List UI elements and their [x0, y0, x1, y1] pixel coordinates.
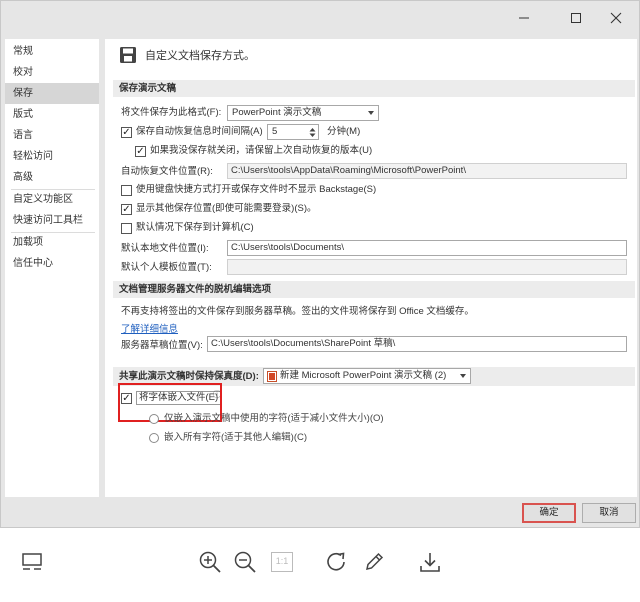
sidebar-item-proofing[interactable]: 校对 [5, 62, 99, 83]
chevron-down-icon [460, 374, 466, 378]
maximize-icon [571, 13, 581, 23]
minutes-label: 分钟(M) [327, 126, 361, 137]
sidebar-item-accessibility[interactable]: 轻松访问 [5, 146, 99, 167]
fidelity-document-select[interactable]: 新建 Microsoft PowerPoint 演示文稿 (2) [263, 368, 471, 384]
rotate-icon [327, 552, 345, 571]
download-icon [420, 553, 440, 572]
default-local-location-field[interactable]: C:\Users\tools\Documents\ [227, 240, 627, 256]
sidebar-item-quick-access[interactable]: 快速访问工具栏 [5, 210, 99, 231]
rotate-button[interactable] [323, 548, 351, 576]
autorecover-location-label: 自动恢复文件位置(R): [121, 166, 213, 177]
default-local-location-label: 默认本地文件位置(I): [121, 243, 209, 254]
embed-used-chars-label: 仅嵌入演示文稿中使用的字符(适于减小文件大小)(O) [164, 413, 384, 424]
embed-used-chars-radio[interactable] [149, 414, 159, 424]
default-template-location-label: 默认个人模板位置(T): [121, 262, 212, 273]
options-sidebar: 常规 校对 保存 版式 语言 轻松访问 高级 自定义功能区 快速访问工具栏 加载… [5, 39, 99, 497]
edit-icon [366, 552, 384, 570]
show-other-locations-checkbox[interactable]: ✓ [121, 204, 132, 215]
learn-more-link[interactable]: 了解详细信息 [121, 321, 178, 335]
layout-icon [22, 553, 42, 570]
close-button[interactable] [593, 3, 639, 33]
sidebar-item-customize-ribbon[interactable]: 自定义功能区 [5, 189, 99, 210]
spinner-arrows-icon[interactable] [309, 127, 316, 138]
chevron-down-icon [368, 111, 374, 115]
keep-last-version-label: 如果我没保存就关闭，请保留上次自动恢复的版本(U) [150, 145, 373, 156]
server-drafts-label: 服务器草稿位置(V): [121, 340, 203, 351]
sidebar-item-addins[interactable]: 加载项 [5, 232, 99, 253]
zoom-in-button[interactable] [196, 548, 224, 576]
embed-all-chars-radio[interactable] [149, 433, 159, 443]
save-options-panel: 自定义文档保存方式。 保存演示文稿 将文件保存为此格式(F): PowerPoi… [105, 39, 637, 497]
default-template-location-field[interactable] [227, 259, 627, 275]
actual-size-button[interactable]: 1:1 [268, 548, 296, 576]
autorecover-location-field[interactable]: C:\Users\tools\AppData\Roaming\Microsoft… [227, 163, 627, 179]
save-format-value: PowerPoint 演示文稿 [232, 107, 322, 118]
sidebar-item-general[interactable]: 常规 [5, 41, 99, 62]
cancel-button[interactable]: 取消 [582, 503, 636, 523]
sidebar-item-trust-center[interactable]: 信任中心 [5, 253, 99, 274]
sidebar-item-layout[interactable]: 版式 [5, 104, 99, 125]
viewer-toolbar: 1:1 [0, 528, 640, 602]
edit-button[interactable] [360, 548, 388, 576]
show-other-locations-label: 显示其他保存位置(即使可能需要登录)(S)。 [136, 203, 317, 214]
actual-size-icon: 1:1 [271, 552, 293, 572]
section-save-presentations: 保存演示文稿 [113, 80, 635, 97]
layout-button[interactable] [18, 548, 46, 576]
sidebar-item-save[interactable]: 保存 [5, 83, 99, 104]
backstage-checkbox[interactable] [121, 185, 132, 196]
save-to-computer-checkbox[interactable] [121, 223, 132, 234]
backstage-label: 使用键盘快捷方式打开或保存文件时不显示 Backstage(S) [136, 184, 377, 195]
zoom-out-icon [234, 551, 256, 573]
minimize-button[interactable] [501, 3, 547, 33]
minimize-icon [519, 17, 529, 19]
fidelity-document-value: 新建 Microsoft PowerPoint 演示文稿 (2) [280, 370, 447, 381]
keep-last-version-checkbox[interactable]: ✓ [135, 146, 146, 157]
offline-note: 不再支持将签出的文件保存到服务器草稿。签出的文件现将保存到 Office 文档缓… [121, 306, 474, 317]
sidebar-item-language[interactable]: 语言 [5, 125, 99, 146]
autorecover-label: 保存自动恢复信息时间间隔(A) [136, 126, 263, 137]
page-title: 自定义文档保存方式。 [145, 50, 255, 62]
save-icon [120, 47, 136, 63]
sidebar-item-advanced[interactable]: 高级 [5, 167, 99, 188]
fidelity-label: 共享此演示文稿时保持保真度(D): [119, 371, 259, 382]
download-button[interactable] [416, 548, 444, 576]
embed-all-chars-label: 嵌入所有字符(适于其他人编辑)(C) [164, 432, 308, 443]
server-drafts-field[interactable]: C:\Users\tools\Documents\SharePoint 草稿\ [207, 336, 627, 352]
zoom-out-button[interactable] [231, 548, 259, 576]
options-dialog: 常规 校对 保存 版式 语言 轻松访问 高级 自定义功能区 快速访问工具栏 加载… [0, 0, 640, 528]
autorecover-minutes-value: 5 [272, 126, 278, 137]
save-format-select[interactable]: PowerPoint 演示文稿 [227, 105, 379, 121]
save-format-label: 将文件保存为此格式(F): [121, 107, 222, 118]
save-to-computer-label: 默认情况下保存到计算机(C) [136, 222, 254, 233]
autorecover-checkbox[interactable]: ✓ [121, 127, 132, 138]
autorecover-minutes-spinner[interactable]: 5 [267, 124, 319, 140]
powerpoint-file-icon [267, 371, 277, 382]
section-offline-editing: 文档管理服务器文件的脱机编辑选项 [113, 281, 635, 298]
zoom-in-icon [199, 551, 221, 573]
ok-button[interactable]: 确定 [522, 503, 576, 523]
close-icon [610, 12, 622, 24]
